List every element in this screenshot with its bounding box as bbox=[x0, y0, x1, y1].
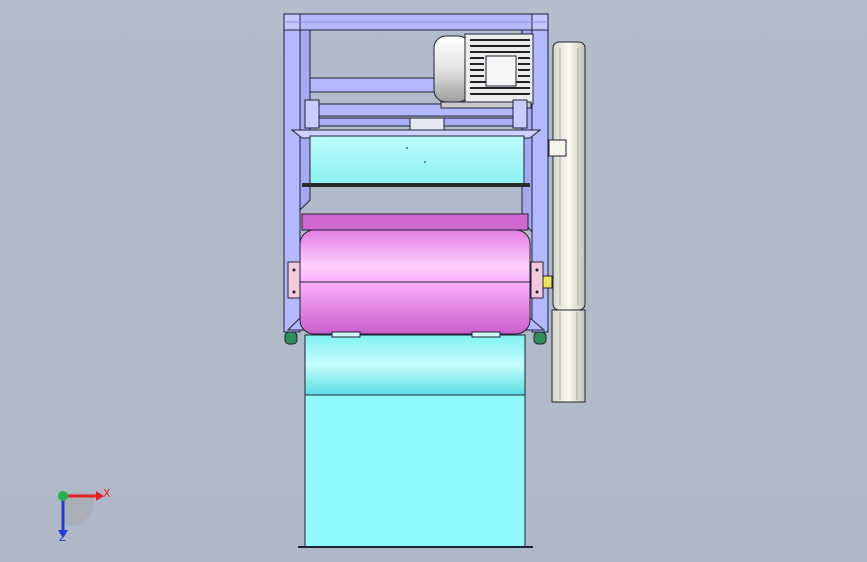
lower-hopper[interactable] bbox=[298, 334, 533, 548]
machine-front-view[interactable] bbox=[0, 0, 867, 562]
caster-left bbox=[284, 331, 298, 345]
cad-viewport[interactable]: X Z bbox=[0, 0, 867, 562]
feed-slot bbox=[302, 183, 530, 187]
x-axis-label: X bbox=[103, 487, 111, 500]
electric-motor-icon[interactable] bbox=[433, 33, 534, 109]
coordinate-axes-icon: X Z bbox=[44, 482, 124, 552]
y-axis-dot bbox=[58, 491, 68, 501]
belt-pulley-icon[interactable] bbox=[548, 41, 586, 403]
caster-right bbox=[533, 331, 547, 345]
hopper-throat bbox=[304, 334, 526, 396]
hopper-body bbox=[304, 394, 526, 548]
z-axis-label: Z bbox=[59, 531, 67, 544]
magnetic-drum[interactable] bbox=[287, 213, 553, 338]
